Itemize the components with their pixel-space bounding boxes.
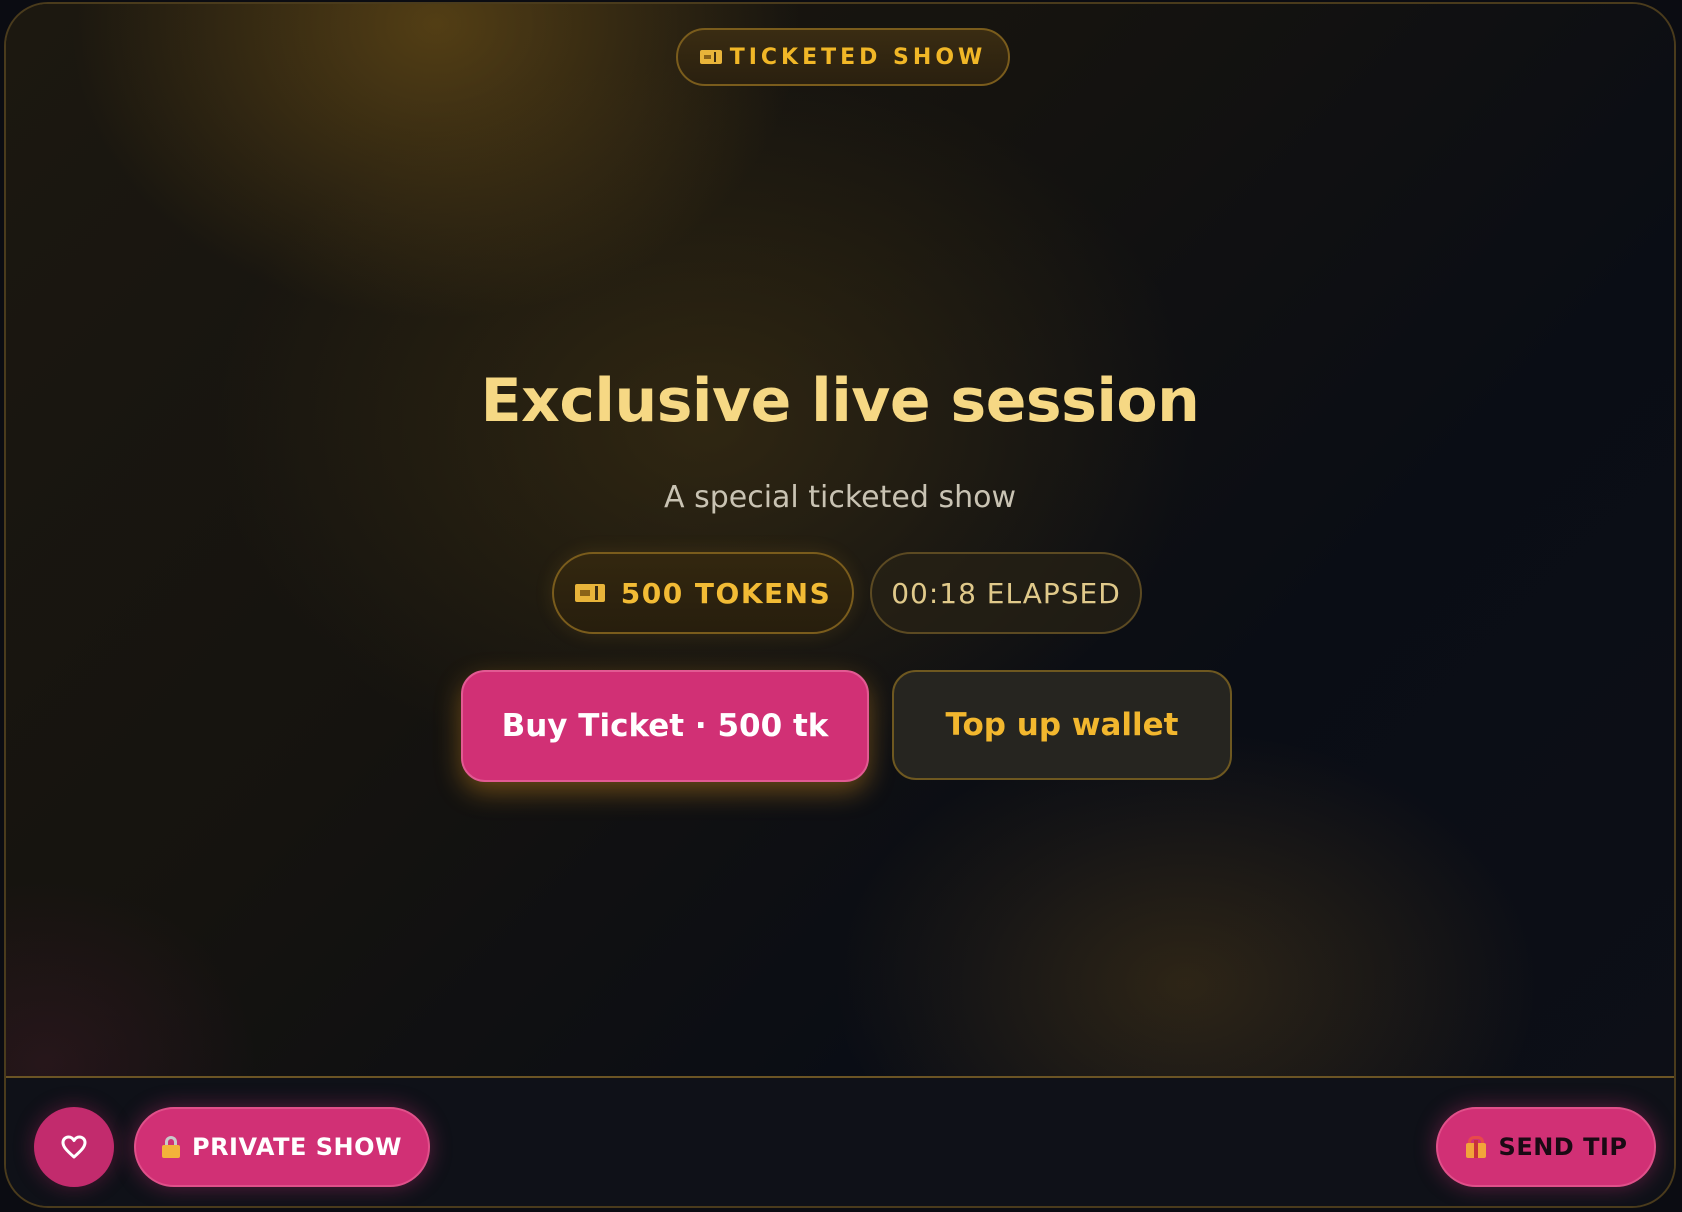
session-title: Exclusive live session (480, 366, 1200, 436)
ticketed-show-stage: TICKETED SHOW Exclusive live session A s… (6, 4, 1674, 1078)
ticketed-show-badge-label: TICKETED SHOW (729, 44, 987, 70)
lock-icon (161, 1136, 180, 1158)
top-up-wallet-button[interactable]: Top up wallet (892, 670, 1232, 780)
ticket-icon (574, 584, 605, 602)
send-tip-label: SEND TIP (1498, 1133, 1628, 1161)
buy-ticket-label: Buy Ticket · 500 tk (501, 708, 829, 744)
heart-icon (61, 1135, 87, 1159)
top-up-wallet-label: Top up wallet (945, 707, 1179, 743)
buy-ticket-button[interactable]: Buy Ticket · 500 tk (461, 670, 869, 782)
private-show-button[interactable]: PRIVATE SHOW (134, 1107, 430, 1187)
ticket-price-label: 500 TOKENS (620, 576, 832, 610)
ticket-price-chip: 500 TOKENS (552, 552, 854, 634)
elapsed-time-chip: 00:18 ELAPSED (870, 552, 1142, 634)
gift-icon (1465, 1136, 1487, 1158)
ticket-icon (699, 50, 722, 64)
bottom-action-bar: PRIVATE SHOW SEND TIP (6, 1080, 1674, 1206)
private-show-label: PRIVATE SHOW (191, 1133, 403, 1161)
ticketed-show-badge: TICKETED SHOW (676, 28, 1010, 86)
session-subtitle: A special ticketed show (664, 480, 1016, 515)
favorite-button[interactable] (34, 1107, 114, 1187)
player-frame: TICKETED SHOW Exclusive live session A s… (4, 2, 1676, 1208)
elapsed-time-label: 00:18 ELAPSED (891, 576, 1121, 610)
send-tip-button[interactable]: SEND TIP (1436, 1107, 1656, 1187)
